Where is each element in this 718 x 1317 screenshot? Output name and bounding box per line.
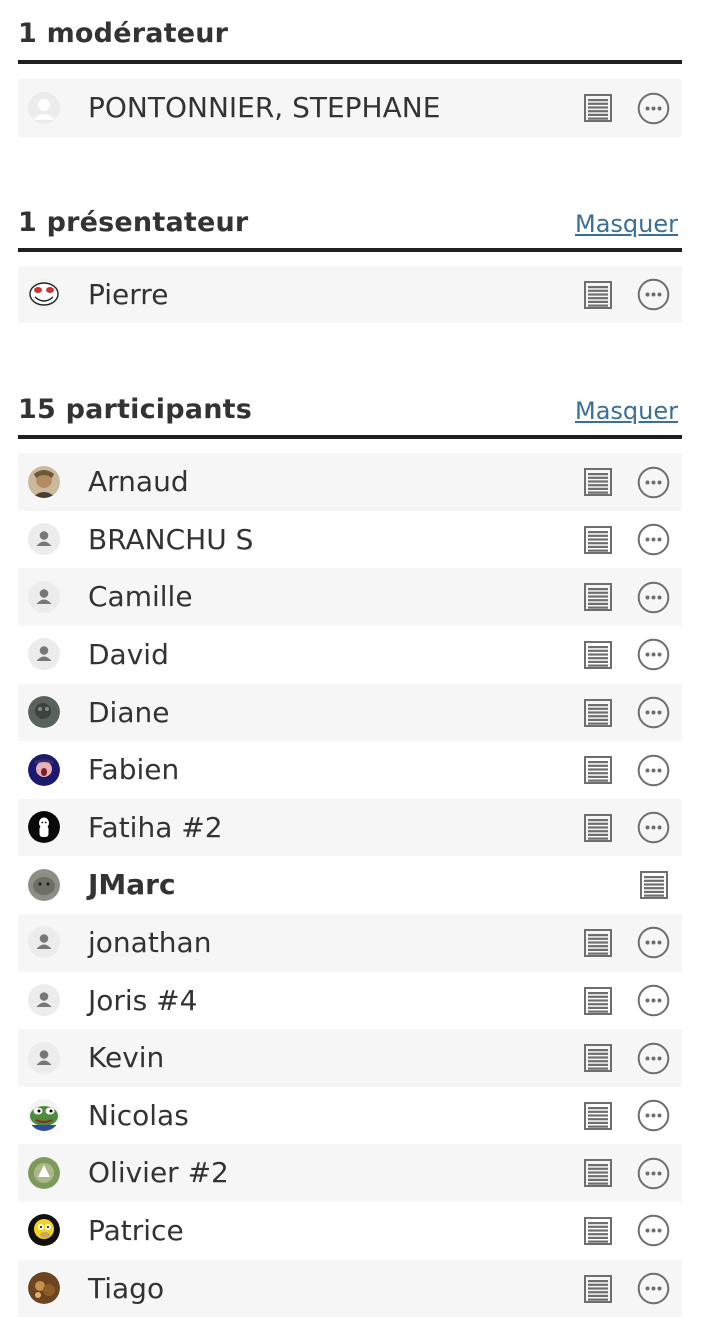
user-row-nicolas[interactable]: Nicolas	[18, 1087, 682, 1145]
more-options-icon[interactable]	[637, 984, 670, 1017]
user-name: Tiago	[88, 1260, 164, 1317]
user-avatar	[28, 869, 60, 901]
presenters-section: 1 présentateur Masquer Pierre	[18, 190, 682, 324]
notes-icon[interactable]	[639, 870, 669, 900]
user-name: Nicolas	[88, 1087, 189, 1145]
notes-icon[interactable]	[583, 582, 613, 612]
user-row-pierre[interactable]: Pierre	[18, 266, 682, 324]
user-name: Joris #4	[88, 972, 197, 1030]
presenters-list: Pierre	[18, 266, 682, 324]
user-row-camille[interactable]: Camille	[18, 568, 682, 626]
user-name: Patrice	[88, 1202, 184, 1260]
notes-icon[interactable]	[583, 93, 613, 123]
notes-icon[interactable]	[583, 525, 613, 555]
user-avatar	[28, 1157, 60, 1189]
user-avatar	[28, 811, 60, 843]
user-name: BRANCHU S	[88, 511, 253, 569]
user-row-arnaud[interactable]: Arnaud	[18, 453, 682, 511]
user-row-jmarc[interactable]: JMarc	[18, 856, 682, 914]
more-options-icon[interactable]	[637, 1272, 670, 1305]
notes-icon[interactable]	[583, 813, 613, 843]
more-options-icon[interactable]	[637, 1099, 670, 1132]
notes-icon[interactable]	[583, 928, 613, 958]
more-options-icon[interactable]	[637, 696, 670, 729]
user-avatar	[28, 984, 60, 1016]
user-avatar	[28, 278, 60, 310]
user-avatar	[28, 1099, 60, 1131]
moderators-section: 1 modérateur PONTONNIER, STEPHANE	[18, 0, 682, 137]
user-name: Diane	[88, 684, 169, 742]
participants-title: 15 participants	[18, 394, 252, 425]
user-name: JMarc	[88, 856, 176, 914]
user-row-fatiha-2[interactable]: Fatiha #2	[18, 799, 682, 857]
notes-icon[interactable]	[583, 467, 613, 497]
more-options-icon[interactable]	[637, 926, 670, 959]
user-avatar	[28, 696, 60, 728]
notes-icon[interactable]	[583, 280, 613, 310]
notes-icon[interactable]	[583, 1101, 613, 1131]
user-name: Arnaud	[88, 453, 189, 511]
more-options-icon[interactable]	[637, 523, 670, 556]
user-avatar	[28, 523, 60, 555]
participants-header: 15 participants Masquer	[18, 377, 682, 439]
more-options-icon[interactable]	[637, 1214, 670, 1247]
user-row-pontonnier-stephane[interactable]: PONTONNIER, STEPHANE	[18, 79, 682, 137]
user-avatar	[28, 638, 60, 670]
user-row-branchu-s[interactable]: BRANCHU S	[18, 511, 682, 569]
user-avatar	[28, 1272, 60, 1304]
more-options-icon[interactable]	[637, 92, 670, 125]
notes-icon[interactable]	[583, 1216, 613, 1246]
notes-icon[interactable]	[583, 986, 613, 1016]
user-name: Olivier #2	[88, 1144, 229, 1202]
user-avatar	[28, 926, 60, 958]
moderators-title: 1 modérateur	[18, 18, 228, 49]
notes-icon[interactable]	[583, 698, 613, 728]
more-options-icon[interactable]	[637, 278, 670, 311]
user-name: Camille	[88, 568, 193, 626]
user-row-tiago[interactable]: Tiago	[18, 1260, 682, 1317]
more-options-icon[interactable]	[637, 638, 670, 671]
participants-hide-link[interactable]: Masquer	[575, 397, 678, 425]
more-options-icon[interactable]	[637, 811, 670, 844]
user-name: Fabien	[88, 741, 179, 799]
participants-list: ArnaudBRANCHU SCamilleDavidDianeFabienFa…	[18, 453, 682, 1317]
notes-icon[interactable]	[583, 1274, 613, 1304]
user-row-patrice[interactable]: Patrice	[18, 1202, 682, 1260]
presenters-hide-link[interactable]: Masquer	[575, 210, 678, 238]
presenters-header: 1 présentateur Masquer	[18, 190, 682, 252]
more-options-icon[interactable]	[637, 1157, 670, 1190]
user-row-fabien[interactable]: Fabien	[18, 741, 682, 799]
user-row-kevin[interactable]: Kevin	[18, 1029, 682, 1087]
user-avatar	[28, 92, 60, 124]
user-name: Kevin	[88, 1029, 164, 1087]
user-name: jonathan	[88, 914, 211, 972]
user-avatar	[28, 581, 60, 613]
user-avatar	[28, 1214, 60, 1246]
participants-section: 15 participants Masquer ArnaudBRANCHU SC…	[18, 377, 682, 1317]
more-options-icon[interactable]	[637, 581, 670, 614]
more-options-icon[interactable]	[637, 1042, 670, 1075]
user-avatar	[28, 466, 60, 498]
notes-icon[interactable]	[583, 1043, 613, 1073]
user-row-joris-4[interactable]: Joris #4	[18, 972, 682, 1030]
notes-icon[interactable]	[583, 1158, 613, 1188]
user-row-diane[interactable]: Diane	[18, 684, 682, 742]
user-row-david[interactable]: David	[18, 626, 682, 684]
user-name: Fatiha #2	[88, 799, 223, 857]
more-options-icon[interactable]	[637, 466, 670, 499]
presenters-title: 1 présentateur	[18, 207, 248, 238]
user-avatar	[28, 1042, 60, 1074]
moderators-list: PONTONNIER, STEPHANE	[18, 79, 682, 137]
user-row-olivier-2[interactable]: Olivier #2	[18, 1144, 682, 1202]
user-avatar	[28, 754, 60, 786]
user-list-panel: 1 modérateur PONTONNIER, STEPHANE 1 prés…	[18, 0, 682, 1317]
user-row-jonathan[interactable]: jonathan	[18, 914, 682, 972]
more-options-icon[interactable]	[637, 754, 670, 787]
notes-icon[interactable]	[583, 755, 613, 785]
user-name: David	[88, 626, 169, 684]
moderators-header: 1 modérateur	[18, 0, 682, 64]
user-name: Pierre	[88, 266, 168, 324]
user-name: PONTONNIER, STEPHANE	[88, 79, 440, 137]
notes-icon[interactable]	[583, 640, 613, 670]
